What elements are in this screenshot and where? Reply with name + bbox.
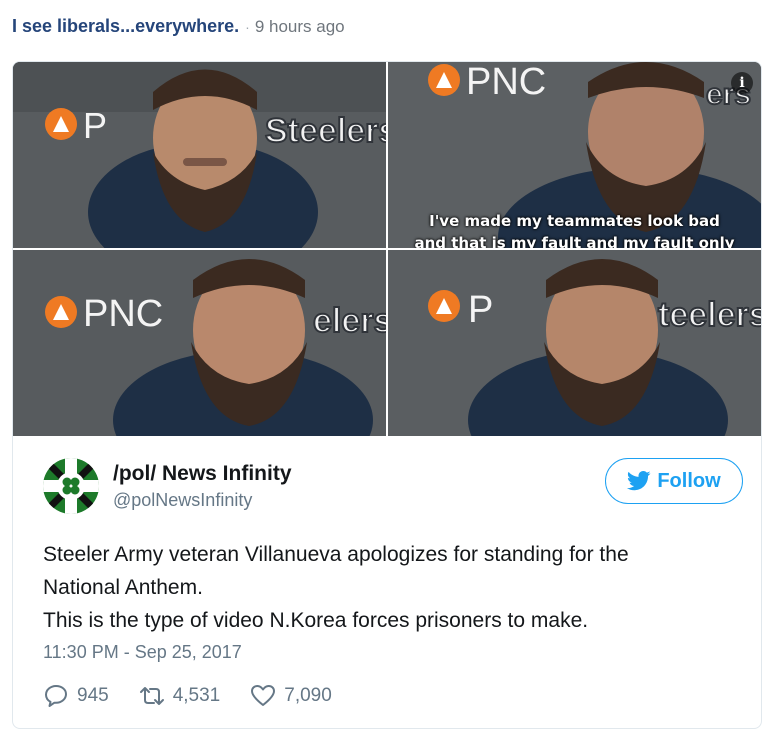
pnc-logo-text: PNC [466, 62, 546, 103]
media-tile-3[interactable]: PNC elers [13, 250, 386, 436]
media-tile-1[interactable]: P Steelers [13, 62, 386, 248]
video-caption-line-2: and that is my fault and my fault only [414, 234, 735, 248]
post-time: 9 hours ago [254, 17, 345, 36]
follow-button[interactable]: Follow [605, 458, 743, 504]
steelers-text: Steelers [265, 112, 386, 150]
embedded-tweet-card[interactable]: P Steelers PNC ers I've made my teammate… [12, 61, 762, 729]
pnc-logo-text: P [83, 105, 107, 146]
retweet-icon [139, 687, 164, 705]
follow-label: Follow [657, 469, 721, 492]
media-tile-2[interactable]: PNC ers I've made my teammates look bad … [388, 62, 761, 248]
author-handle[interactable]: @polNewsInfinity [113, 490, 252, 511]
video-still-3: PNC elers [13, 250, 386, 436]
twitter-bird-icon [627, 471, 651, 491]
video-caption-line-1: I've made my teammates look bad [429, 212, 720, 230]
tweet-text-line-2: National Anthem. [43, 576, 203, 599]
steelers-text: teelers [658, 296, 761, 334]
post-header: I see liberals...everywhere. · 9 hours a… [12, 16, 345, 40]
flag-clover-icon[interactable] [43, 458, 99, 514]
pnc-logo-text: P [468, 289, 493, 331]
media-tile-4[interactable]: P teelers [388, 250, 761, 436]
reply-count: 945 [77, 685, 109, 706]
retweet-action[interactable]: 4,531 [139, 683, 221, 709]
like-action[interactable]: 7,090 [250, 683, 332, 709]
video-still-4: P teelers [388, 250, 761, 436]
tweet-text: Steeler Army veteran Villanueva apologiz… [43, 538, 743, 637]
retweet-count: 4,531 [172, 685, 221, 706]
author-row: /pol/ News Infinity @polNewsInfinity Fol… [43, 458, 743, 518]
tweet-text-line-3: This is the type of video N.Korea forces… [43, 609, 589, 632]
post-title[interactable]: I see liberals...everywhere. [12, 16, 239, 37]
tweet-action-bar: 945 4,531 7,090 [43, 682, 362, 710]
tweet-timestamp[interactable]: 11:30 PM - Sep 25, 2017 [43, 642, 242, 663]
video-still-1: P Steelers [13, 62, 386, 248]
like-count: 7,090 [284, 685, 332, 706]
pnc-logo-text: PNC [83, 293, 163, 335]
steelers-text: elers [313, 302, 386, 340]
heart-icon [251, 685, 276, 706]
info-icon[interactable]: i [731, 72, 753, 94]
reply-action[interactable]: 945 [43, 683, 109, 709]
media-grid[interactable]: P Steelers PNC ers I've made my teammate… [13, 62, 761, 436]
post-separator: · [245, 19, 250, 35]
reply-icon [45, 685, 67, 707]
author-name[interactable]: /pol/ News Infinity [113, 462, 292, 486]
tweet-text-line-1: Steeler Army veteran Villanueva apologiz… [43, 543, 629, 566]
